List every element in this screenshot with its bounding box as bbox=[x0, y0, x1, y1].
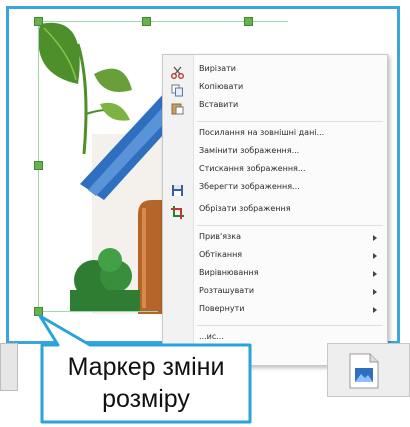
door-highlight bbox=[142, 208, 146, 308]
crop-icon bbox=[171, 204, 184, 219]
save-icon bbox=[171, 182, 184, 196]
menu-separator bbox=[197, 121, 383, 122]
resize-handle-top-right[interactable] bbox=[244, 17, 253, 26]
menu-item-arrange[interactable]: Розташувати bbox=[163, 285, 387, 301]
menu-item-wrap[interactable]: Обтікання bbox=[163, 249, 387, 265]
menu-item-label: Повернути bbox=[199, 304, 245, 313]
resize-handle-top-left[interactable] bbox=[34, 17, 43, 26]
menu-item-rotate[interactable]: Повернути bbox=[163, 303, 387, 319]
menu-item-label: Вставити bbox=[199, 100, 239, 109]
menu-item-label: Прив'язка bbox=[199, 232, 242, 241]
resize-handle-top[interactable] bbox=[142, 17, 151, 26]
menu-item-save-image[interactable]: Зберегти зображення... bbox=[163, 181, 387, 197]
menu-item-anchor[interactable]: Прив'язка bbox=[163, 231, 387, 247]
menu-item-crop-image[interactable]: Обрізати зображення bbox=[163, 203, 387, 219]
leaf-small-2 bbox=[100, 102, 130, 121]
menu-item-label: Копіювати bbox=[199, 82, 244, 91]
callout-text: Маркер зміни розміру bbox=[42, 345, 250, 421]
submenu-arrow-icon bbox=[373, 307, 377, 313]
bush-base bbox=[70, 290, 140, 312]
menu-item-cut[interactable]: Вирізати bbox=[163, 63, 387, 79]
submenu-arrow-icon bbox=[373, 253, 377, 259]
callout-line-2: розміру bbox=[102, 385, 190, 413]
menu-item-replace-image[interactable]: Замінити зображення... bbox=[163, 145, 387, 161]
menu-item-copy[interactable]: Копіювати bbox=[163, 81, 387, 97]
resize-handle-bottom-left[interactable] bbox=[34, 307, 43, 316]
menu-item-compress-image[interactable]: Стискання зображення... bbox=[163, 163, 387, 179]
menu-item-paste[interactable]: Вставити bbox=[163, 99, 387, 115]
menu-item-label: ...ис... bbox=[199, 332, 224, 341]
menu-item-label: Замінити зображення... bbox=[199, 146, 300, 155]
copy-icon bbox=[171, 82, 184, 97]
menu-item-link-external-data[interactable]: Посилання на зовнішні дані... bbox=[163, 127, 387, 143]
selection-border-bottom bbox=[38, 311, 158, 312]
taskbar-button-left[interactable] bbox=[0, 343, 18, 391]
menu-item-label: Розташувати bbox=[199, 286, 255, 295]
menu-item-label: Вирізати bbox=[199, 64, 237, 73]
leaf-large bbox=[38, 22, 80, 84]
leaf-small bbox=[94, 68, 132, 92]
menu-item-label: Обрізати зображення bbox=[199, 204, 291, 213]
presentation-app-icon bbox=[346, 352, 382, 390]
menu-item-label: Стискання зображення... bbox=[199, 164, 306, 173]
menu-separator bbox=[197, 325, 383, 326]
menu-separator bbox=[197, 225, 383, 226]
paste-icon bbox=[171, 100, 184, 115]
scissors-icon bbox=[171, 64, 184, 79]
menu-item-align[interactable]: Вирівнювання bbox=[163, 267, 387, 283]
menu-item-label: Обтікання bbox=[199, 250, 243, 259]
callout-line-1: Маркер зміни bbox=[67, 353, 225, 381]
menu-item-label: Вирівнювання bbox=[199, 268, 259, 277]
menu-item-label: Посилання на зовнішні дані... bbox=[199, 128, 325, 137]
context-menu: Вирізати Копіювати Вставити Посилання на… bbox=[162, 54, 388, 366]
submenu-arrow-icon bbox=[373, 271, 377, 277]
bush-top bbox=[98, 248, 122, 272]
menu-item-label: Зберегти зображення... bbox=[199, 182, 300, 191]
taskbar-button-impress[interactable] bbox=[327, 343, 410, 397]
resize-handle-left[interactable] bbox=[34, 161, 43, 170]
submenu-arrow-icon bbox=[373, 289, 377, 295]
submenu-arrow-icon bbox=[373, 235, 377, 241]
